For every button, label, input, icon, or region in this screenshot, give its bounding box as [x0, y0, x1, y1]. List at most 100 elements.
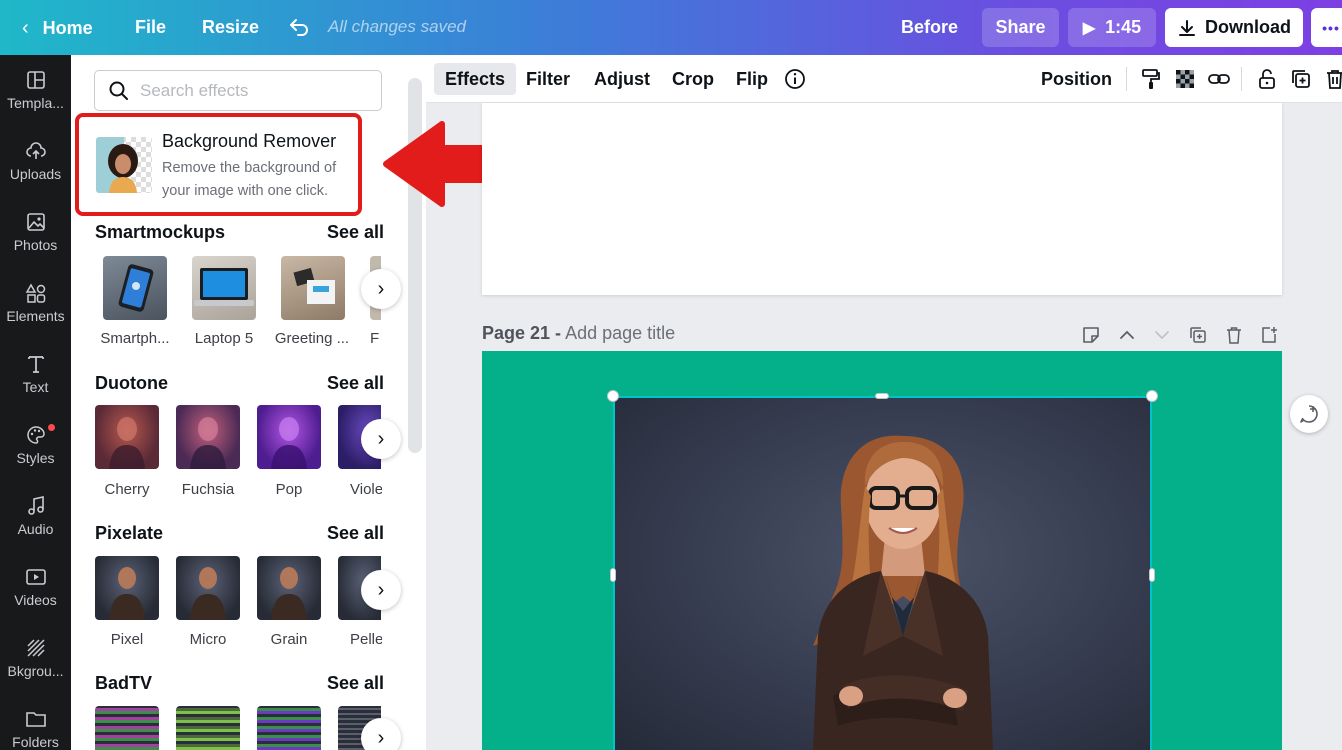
- more-options-button[interactable]: •••: [1311, 8, 1342, 47]
- duplicate-icon[interactable]: [1289, 67, 1313, 91]
- position-button[interactable]: Position: [1030, 63, 1123, 95]
- resize-handle-top-left[interactable]: [607, 390, 619, 402]
- chevron-right-icon[interactable]: ›: [361, 269, 401, 309]
- save-status: All changes saved: [328, 17, 466, 36]
- music-icon: [27, 496, 44, 515]
- crop-button[interactable]: Crop: [661, 63, 725, 95]
- rail-templates[interactable]: Templa...: [0, 55, 71, 125]
- undo-icon[interactable]: [287, 15, 311, 44]
- chevron-right-icon[interactable]: ›: [361, 718, 401, 750]
- rail-audio[interactable]: Audio: [0, 481, 71, 551]
- see-all-duotone[interactable]: See all: [327, 373, 384, 394]
- rail-label: Styles: [16, 450, 55, 466]
- lock-icon[interactable]: [1255, 67, 1279, 91]
- adjust-button[interactable]: Adjust: [583, 63, 661, 95]
- rail-photos[interactable]: Photos: [0, 197, 71, 267]
- effect-thumbnail[interactable]: [95, 405, 159, 469]
- effect-label: Pixel: [110, 631, 144, 648]
- search-input[interactable]: [140, 80, 360, 101]
- effects-button[interactable]: Effects: [434, 63, 517, 95]
- effect-label: F: [370, 330, 380, 347]
- home-button[interactable]: ‹ Home: [22, 17, 93, 40]
- effect-thumbnail[interactable]: [281, 256, 345, 320]
- background-remover-description: Remove the background of your image with…: [162, 160, 337, 199]
- chevron-right-icon[interactable]: ›: [361, 419, 401, 459]
- page-number: Page 21 -: [482, 323, 562, 343]
- resize-handle-top-right[interactable]: [1146, 390, 1158, 402]
- section-title-pixelate: Pixelate: [95, 523, 164, 543]
- rail-videos[interactable]: Videos: [0, 552, 71, 622]
- selection-frame: [613, 396, 1152, 750]
- effect-label: Smartph...: [100, 330, 170, 347]
- page-20-canvas[interactable]: [482, 103, 1282, 295]
- resize-handle-left[interactable]: [610, 568, 616, 582]
- rail-backgrounds[interactable]: Bkgrou...: [0, 623, 71, 693]
- link-icon[interactable]: [1207, 67, 1231, 91]
- chevron-right-icon[interactable]: ›: [361, 570, 401, 610]
- resize-handle-top[interactable]: [875, 393, 889, 399]
- download-icon: [1179, 19, 1195, 36]
- rail-folders[interactable]: Folders: [0, 694, 71, 750]
- chevron-up-icon[interactable]: [1117, 325, 1139, 347]
- background-icon: [26, 639, 45, 657]
- rail-styles[interactable]: Styles: [0, 410, 71, 480]
- background-remover-thumbnail: [96, 137, 152, 193]
- shapes-icon: [25, 283, 45, 303]
- search-box[interactable]: [94, 70, 382, 111]
- effect-thumbnail[interactable]: [103, 256, 167, 320]
- comment-add-icon: [1300, 405, 1318, 423]
- effect-thumbnail[interactable]: [192, 256, 256, 320]
- effect-thumbnail[interactable]: [176, 706, 240, 750]
- present-button[interactable]: ▶ 1:45: [1068, 8, 1156, 47]
- download-button[interactable]: Download: [1165, 8, 1303, 47]
- resize-button[interactable]: Resize: [202, 17, 259, 38]
- page-title-input[interactable]: Add page title: [565, 323, 675, 343]
- play-time: 1:45: [1105, 17, 1142, 37]
- see-all-smartmockups[interactable]: See all: [327, 222, 384, 243]
- flip-button[interactable]: Flip: [725, 63, 779, 95]
- background-remover-card[interactable]: Background Remover Remove the background…: [75, 113, 362, 216]
- effect-label: Greeting ...: [274, 330, 350, 347]
- delete-page-icon[interactable]: [1224, 325, 1246, 347]
- effect-thumbnail[interactable]: [95, 706, 159, 750]
- rail-elements[interactable]: Elements: [0, 268, 71, 338]
- add-page-icon[interactable]: [1259, 325, 1281, 347]
- home-label: Home: [42, 18, 93, 38]
- paint-roller-icon[interactable]: [1139, 67, 1163, 91]
- rail-text[interactable]: Text: [0, 339, 71, 409]
- duplicate-page-icon[interactable]: [1188, 325, 1210, 347]
- rail-uploads[interactable]: Uploads: [0, 126, 71, 196]
- rail-label: Templa...: [7, 95, 64, 111]
- section-title-smartmockups: Smartmockups: [95, 222, 226, 242]
- file-menu[interactable]: File: [135, 17, 166, 38]
- info-icon[interactable]: [783, 67, 807, 91]
- rail-label: Photos: [13, 237, 58, 253]
- filter-button[interactable]: Filter: [515, 63, 581, 95]
- chevron-down-icon[interactable]: [1152, 325, 1174, 347]
- template-icon: [26, 71, 45, 89]
- rail-label: Bkgrou...: [7, 663, 64, 679]
- play-icon: ▶: [1082, 19, 1096, 37]
- transparency-icon[interactable]: [1173, 67, 1197, 91]
- effect-thumbnail[interactable]: [176, 405, 240, 469]
- effect-thumbnail[interactable]: [257, 706, 321, 750]
- effect-thumbnail[interactable]: [176, 556, 240, 620]
- before-button[interactable]: Before: [901, 17, 958, 38]
- add-comment-button[interactable]: [1290, 395, 1328, 433]
- resize-handle-right[interactable]: [1149, 568, 1155, 582]
- share-button[interactable]: Share: [982, 8, 1059, 47]
- cloud-upload-icon: [25, 142, 46, 159]
- rail-label: Elements: [6, 308, 65, 324]
- effect-thumbnail[interactable]: [257, 405, 321, 469]
- download-label: Download: [1205, 17, 1291, 37]
- section-title-badtv: BadTV: [95, 673, 153, 693]
- page-label: Page 21 - Add page title: [482, 323, 675, 344]
- see-all-pixelate[interactable]: See all: [327, 523, 384, 544]
- side-rail: Templa... Uploads Photos Elements Text S…: [0, 55, 71, 750]
- see-all-badtv[interactable]: See all: [327, 673, 384, 694]
- effect-thumbnail[interactable]: [257, 556, 321, 620]
- trash-icon[interactable]: [1323, 67, 1342, 91]
- notes-icon[interactable]: [1081, 325, 1103, 347]
- chevron-left-icon: ‹: [22, 17, 29, 39]
- effect-thumbnail[interactable]: [95, 556, 159, 620]
